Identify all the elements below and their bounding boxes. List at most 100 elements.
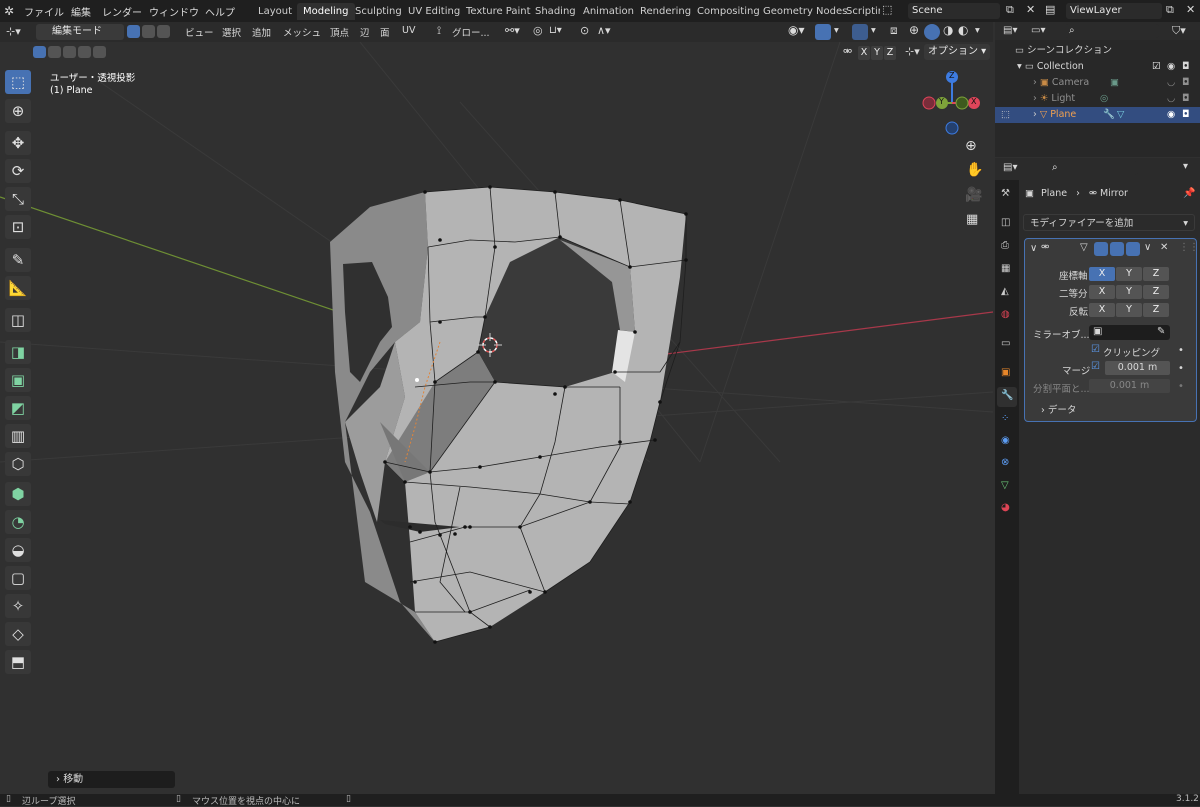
render-camera-icon[interactable]: ◘ bbox=[1182, 107, 1190, 123]
add-cube-tool[interactable]: ◫ bbox=[5, 308, 31, 332]
vertex-select-mode-button[interactable] bbox=[127, 25, 140, 38]
outliner-search-input[interactable]: ⌕ bbox=[1065, 24, 1159, 38]
outliner-editor-icon[interactable]: ▤▾ bbox=[1003, 25, 1017, 36]
pin-icon[interactable]: 📌 bbox=[1183, 188, 1195, 199]
collection-tab-icon[interactable]: ▭ bbox=[1001, 338, 1010, 349]
mesh-data-icon[interactable]: ▽ bbox=[1117, 107, 1124, 123]
cursor-tool[interactable]: ⊕ bbox=[5, 99, 31, 123]
scene-name-field[interactable]: Scene bbox=[908, 3, 1000, 19]
modifier-wrench-icon[interactable]: 🔧 bbox=[1103, 107, 1115, 123]
keyframe-dot-icon[interactable]: • bbox=[1178, 363, 1184, 374]
bisect-distance-field[interactable]: 0.001 m bbox=[1089, 379, 1170, 393]
menu-select[interactable]: 選択 bbox=[222, 25, 241, 39]
menu-window[interactable]: ウィンドウ bbox=[149, 4, 199, 19]
visibility-icon[interactable]: ◉▾ bbox=[788, 23, 805, 37]
clipping-checkbox[interactable]: ☑ bbox=[1091, 344, 1100, 355]
pan-hand-icon[interactable]: ✋ bbox=[966, 162, 983, 178]
tab-shading[interactable]: Shading bbox=[529, 3, 582, 20]
data-subpanel[interactable]: › データ bbox=[1041, 402, 1076, 416]
camera-view-icon[interactable]: 🎥 bbox=[965, 187, 982, 203]
keyframe-dot-icon[interactable]: • bbox=[1178, 381, 1184, 392]
menu-help[interactable]: ヘルプ bbox=[205, 4, 235, 19]
tab-scripting[interactable]: Scriptir bbox=[840, 3, 880, 20]
ortho-grid-icon[interactable]: ▦ bbox=[966, 212, 978, 227]
viewport-canvas[interactable] bbox=[0, 42, 993, 794]
overlay-toggle-button[interactable] bbox=[852, 24, 868, 40]
menu-face[interactable]: 面 bbox=[380, 25, 390, 39]
menu-edit[interactable]: 編集 bbox=[71, 4, 91, 19]
camera-data-icon[interactable]: ▣ bbox=[1110, 75, 1119, 91]
shear-tool[interactable]: ◇ bbox=[5, 622, 31, 646]
hidden-eye-icon[interactable]: ◡ bbox=[1167, 91, 1175, 107]
flip-z-toggle[interactable]: Z bbox=[1143, 303, 1169, 317]
pivot-point-icon[interactable]: ⚯▾ bbox=[505, 24, 520, 37]
render-camera-icon[interactable]: ◘ bbox=[1182, 75, 1190, 91]
outliner-item-light[interactable]: › ☀ Light ◎ ◡ ◘ bbox=[995, 91, 1200, 107]
mode-selector[interactable]: 編集モード bbox=[36, 24, 124, 40]
tab-texture-paint[interactable]: Texture Paint bbox=[460, 3, 537, 20]
bisect-x-toggle[interactable]: X bbox=[1089, 285, 1115, 299]
tab-modeling[interactable]: Modeling bbox=[297, 3, 355, 20]
edge-select-mode-button[interactable] bbox=[142, 25, 155, 38]
tab-compositing[interactable]: Compositing bbox=[691, 3, 766, 20]
scene-icon[interactable]: ⬚ bbox=[882, 3, 892, 16]
remove-scene-icon[interactable]: ✕ bbox=[1026, 3, 1035, 16]
transform-orientation-dropdown[interactable]: グロー... bbox=[452, 25, 490, 39]
particles-tab-icon[interactable]: ⁘ bbox=[1001, 413, 1009, 424]
face-select-mode-button[interactable] bbox=[157, 25, 170, 38]
bisect-z-toggle[interactable]: Z bbox=[1143, 285, 1169, 299]
checkbox-icon[interactable]: ☑ bbox=[1152, 59, 1161, 75]
menu-file[interactable]: ファイル bbox=[24, 4, 64, 19]
outliner-item-collection[interactable]: ▾ ▭ Collection ☑ ◉ ◘ bbox=[995, 59, 1200, 75]
new-view-layer-icon[interactable]: ⧉ bbox=[1166, 3, 1174, 17]
viewport-toggle[interactable] bbox=[1110, 242, 1124, 256]
material-shading-icon[interactable]: ◑ bbox=[943, 23, 953, 37]
flip-y-toggle[interactable]: Y bbox=[1116, 303, 1142, 317]
snap-icon[interactable]: ◎ bbox=[533, 24, 543, 37]
scale-tool[interactable]: ⤡ bbox=[5, 187, 31, 211]
outliner-scene-collection[interactable]: ▭ シーンコレクション bbox=[995, 43, 1200, 59]
tab-sculpting[interactable]: Sculpting bbox=[349, 3, 408, 20]
move-tool[interactable]: ✥ bbox=[5, 131, 31, 155]
last-operator-panel[interactable]: › 移動 bbox=[48, 771, 175, 788]
poly-build-tool[interactable]: ⬢ bbox=[5, 482, 31, 506]
merge-checkbox[interactable]: ☑ bbox=[1091, 361, 1100, 372]
annotate-tool[interactable]: ✎ bbox=[5, 248, 31, 272]
tab-animation[interactable]: Animation bbox=[577, 3, 640, 20]
properties-editor-icon[interactable]: ▤▾ bbox=[1003, 162, 1017, 173]
menu-edge[interactable]: 辺 bbox=[360, 25, 370, 39]
modifier-menu-icon[interactable]: ∨ bbox=[1144, 242, 1151, 253]
hidden-eye-icon[interactable]: ◡ bbox=[1167, 75, 1175, 91]
menu-render[interactable]: レンダー bbox=[102, 4, 142, 19]
axis-z-toggle[interactable]: Z bbox=[1143, 267, 1169, 281]
select-box-tool[interactable]: ⬚ bbox=[5, 70, 31, 94]
constraints-tab-icon[interactable]: ⊗ bbox=[1001, 457, 1009, 468]
render-toggle[interactable] bbox=[1126, 242, 1140, 256]
proportional-editing-icon[interactable]: ⊙ bbox=[580, 24, 589, 37]
render-camera-icon[interactable]: ◘ bbox=[1182, 59, 1190, 75]
menu-add[interactable]: 追加 bbox=[252, 25, 271, 39]
menu-vertex[interactable]: 頂点 bbox=[330, 25, 349, 39]
shading-dropdown-icon[interactable]: ▾ bbox=[975, 25, 980, 36]
axis-x-toggle[interactable]: X bbox=[1089, 267, 1115, 281]
eye-icon[interactable]: ◉ bbox=[1167, 59, 1175, 75]
eyedropper-icon[interactable]: ✎ bbox=[1157, 326, 1165, 337]
display-mode-icon[interactable]: ▭▾ bbox=[1031, 25, 1045, 36]
remove-view-layer-icon[interactable]: ✕ bbox=[1186, 3, 1195, 16]
merge-distance-field[interactable]: 0.001 m bbox=[1105, 361, 1170, 375]
menu-mesh[interactable]: メッシュ bbox=[283, 25, 321, 39]
zoom-icon[interactable]: ⊕ bbox=[965, 138, 977, 154]
tab-uv-editing[interactable]: UV Editing bbox=[402, 3, 466, 20]
light-data-icon[interactable]: ◎ bbox=[1100, 91, 1108, 107]
physics-tab-icon[interactable]: ◉ bbox=[1001, 435, 1010, 446]
shrink-fatten-tool[interactable]: ✧ bbox=[5, 594, 31, 618]
close-icon[interactable]: ✕ bbox=[1160, 242, 1168, 253]
outliner-item-plane[interactable]: ⬚ › ▽ Plane 🔧 ▽ ◉ ◘ bbox=[995, 107, 1200, 123]
tool-tab-icon[interactable]: ⚒ bbox=[1001, 188, 1010, 199]
wireframe-shading-icon[interactable]: ⊕ bbox=[909, 23, 919, 37]
blender-logo-icon[interactable]: ✲ bbox=[4, 4, 14, 18]
transform-tool[interactable]: ⊡ bbox=[5, 215, 31, 239]
scene-tab-icon[interactable]: ◭ bbox=[1001, 286, 1009, 297]
inset-tool[interactable]: ▣ bbox=[5, 368, 31, 392]
render-camera-icon[interactable]: ◘ bbox=[1182, 91, 1190, 107]
